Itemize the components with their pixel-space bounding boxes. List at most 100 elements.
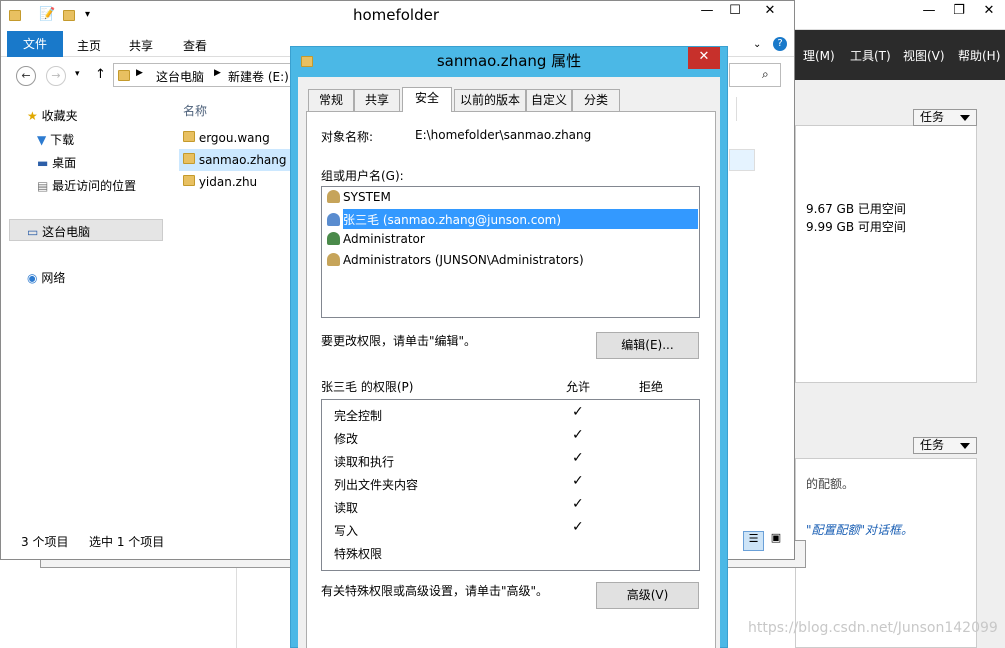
downloads-item[interactable]: ▼ 下载 — [37, 131, 74, 148]
network-item[interactable]: ◉ 网络 — [27, 269, 65, 286]
user-list[interactable]: SYSTEM 张三毛 (sanmao.zhang@junson.com) Adm… — [321, 186, 700, 318]
object-name-value: E:\homefolder\sanmao.zhang — [415, 128, 592, 142]
help-icon[interactable]: ? — [773, 37, 787, 51]
recent-dropdown-icon[interactable]: ▾ — [75, 69, 80, 79]
large-icons-view-icon[interactable]: ▣ — [767, 531, 785, 551]
permission-name: 完全控制 — [334, 409, 383, 423]
star-icon: ★ — [27, 109, 38, 123]
nav-label: 网络 — [41, 271, 66, 285]
background-window-pane — [55, 568, 237, 648]
nav-label: 桌面 — [52, 156, 77, 170]
file-item-selected[interactable]: sanmao.zhang — [183, 153, 287, 167]
user-item-zhangsanmao[interactable]: 张三毛 (sanmao.zhang@junson.com) — [327, 211, 561, 228]
maximize-icon[interactable]: ☐ — [721, 3, 749, 23]
volume-panel: 9.67 GB 已用空间 9.99 GB 可用空间 — [795, 125, 977, 383]
address-folder-icon — [118, 70, 130, 81]
column-name-header[interactable]: 名称 — [183, 102, 207, 119]
user-name: Administrator — [343, 232, 425, 246]
search-input[interactable]: ⌕ — [729, 63, 781, 87]
tab-home[interactable]: 主页 — [77, 37, 101, 54]
quick-access-dropdown-icon[interactable]: ▾ — [85, 9, 90, 20]
ribbon-expand-icon[interactable]: ⌄ — [753, 39, 761, 50]
file-name: sanmao.zhang — [198, 153, 287, 167]
user-icon — [327, 232, 340, 245]
explorer-titlebar: 📝 ▾ homefolder — ☐ ✕ — [1, 1, 794, 31]
download-icon: ▼ — [37, 133, 47, 147]
column-divider — [736, 97, 758, 121]
user-item-administrators[interactable]: Administrators (JUNSON\Administrators) — [327, 253, 584, 267]
security-tab-page: 对象名称: E:\homefolder\sanmao.zhang 组或用户名(G… — [306, 111, 716, 648]
tab-view[interactable]: 查看 — [183, 37, 207, 54]
this-pc-label-row: ▭ 这台电脑 — [27, 223, 90, 240]
used-space: 9.67 GB 已用空间 — [806, 202, 906, 216]
allow-check-icon: ✓ — [572, 519, 584, 535]
close-icon[interactable]: ✕ — [975, 0, 1003, 22]
allow-check-icon: ✓ — [572, 496, 584, 512]
tab-security[interactable]: 安全 — [402, 87, 452, 112]
tab-customize[interactable]: 自定义 — [526, 89, 572, 111]
menu-view[interactable]: 视图(V) — [903, 47, 945, 64]
properties-dialog: sanmao.zhang 属性 ✕ 常规 共享 安全 以前的版本 自定义 分类 … — [290, 46, 728, 648]
server-manager-menubar: 理(M) 工具(T) 视图(V) 帮助(H) — [795, 30, 1005, 80]
permissions-list: 完全控制 ✓ 修改 ✓ 读取和执行 ✓ 列出文件夹内容 ✓ 读取 ✓ 写入 ✓ … — [321, 399, 700, 571]
user-item-system[interactable]: SYSTEM — [327, 190, 391, 204]
tab-previous-versions[interactable]: 以前的版本 — [454, 89, 526, 111]
tab-share[interactable]: 共享 — [129, 37, 153, 54]
edit-hint: 要更改权限，请单击"编辑"。 — [321, 334, 477, 348]
tasks-dropdown-2[interactable]: 任务 — [913, 437, 977, 454]
back-icon[interactable]: ← — [16, 66, 36, 86]
close-button[interactable]: ✕ — [688, 47, 720, 69]
file-name: yidan.zhu — [198, 175, 258, 189]
menu-manage[interactable]: 理(M) — [803, 47, 835, 64]
object-name-label: 对象名称: — [321, 130, 374, 144]
menu-help[interactable]: 帮助(H) — [958, 47, 1000, 64]
server-manager-titlebar: — ❐ ✕ — [795, 0, 1005, 30]
folder-icon — [183, 131, 195, 142]
tab-file[interactable]: 文件 — [7, 31, 63, 57]
recent-places-icon: ▤ — [37, 179, 49, 193]
tasks-dropdown[interactable]: 任务 — [913, 109, 977, 126]
quota-link[interactable]: "配置配额"对话框。 — [806, 521, 913, 538]
minimize-icon[interactable]: — — [915, 0, 943, 22]
address-bar[interactable]: ▶ 这台电脑 ▶ 新建卷 (E:) — [113, 63, 291, 87]
new-folder-icon[interactable] — [63, 10, 75, 21]
allow-check-icon: ✓ — [572, 473, 584, 489]
permission-name: 列出文件夹内容 — [334, 478, 419, 492]
menu-tools[interactable]: 工具(T) — [850, 47, 891, 64]
user-name: Administrators (JUNSON\Administrators) — [343, 253, 584, 267]
tab-general[interactable]: 常规 — [308, 89, 354, 111]
edit-button[interactable]: 编辑(E)... — [596, 332, 699, 359]
user-name: SYSTEM — [343, 190, 391, 204]
minimize-icon[interactable]: — — [693, 3, 721, 23]
nav-label: 下载 — [50, 133, 75, 147]
permission-name: 读取 — [334, 501, 359, 515]
selected-row-end — [729, 149, 755, 171]
forward-icon[interactable]: → — [46, 66, 66, 86]
file-item[interactable]: ergou.wang — [183, 131, 270, 145]
properties-icon[interactable]: 📝 — [39, 7, 55, 22]
file-item[interactable]: yidan.zhu — [183, 175, 257, 189]
advanced-button[interactable]: 高级(V) — [596, 582, 699, 609]
favorites-item[interactable]: ★ 收藏夹 — [27, 107, 78, 124]
tab-sharing[interactable]: 共享 — [354, 89, 400, 111]
recent-places-item[interactable]: ▤ 最近访问的位置 — [37, 177, 136, 194]
user-icon — [327, 213, 340, 226]
breadcrumb-arrow-icon[interactable]: ▶ — [214, 68, 221, 78]
breadcrumb-arrow-icon[interactable]: ▶ — [136, 68, 143, 78]
folder-icon — [9, 10, 21, 21]
allow-header: 允许 — [566, 380, 591, 394]
breadcrumb-volume[interactable]: 新建卷 (E:) — [228, 68, 289, 85]
desktop-item[interactable]: ▬ 桌面 — [37, 154, 76, 171]
user-name: 张三毛 (sanmao.zhang@junson.com) — [343, 213, 562, 227]
deny-header: 拒绝 — [639, 380, 664, 394]
restore-icon[interactable]: ❐ — [945, 0, 973, 22]
breadcrumb-this-pc[interactable]: 这台电脑 — [156, 68, 204, 85]
group-label: 组或用户名(G): — [321, 169, 404, 183]
user-item-administrator[interactable]: Administrator — [327, 232, 425, 246]
selected-count: 选中 1 个项目 — [89, 535, 165, 549]
details-view-icon[interactable]: ☰ — [743, 531, 764, 551]
close-icon[interactable]: ✕ — [749, 3, 791, 23]
tab-classification[interactable]: 分类 — [572, 89, 620, 111]
up-icon[interactable]: ↑ — [95, 67, 106, 82]
dialog-body: 常规 共享 安全 以前的版本 自定义 分类 对象名称: E:\homefolde… — [298, 77, 720, 648]
